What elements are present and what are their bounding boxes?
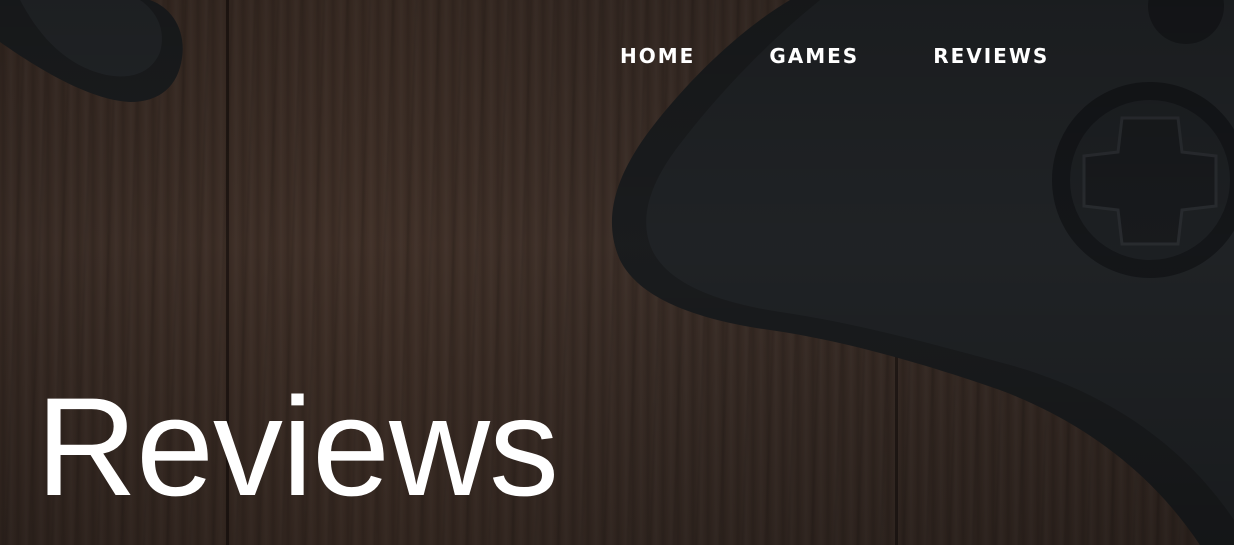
nav-home-link[interactable]: HOME — [620, 42, 695, 70]
nav-games-link[interactable]: GAMES — [769, 42, 859, 70]
page-title: Reviews — [36, 368, 559, 525]
hero-banner: HOME GAMES REVIEWS Reviews — [0, 0, 1234, 545]
main-nav: HOME GAMES REVIEWS — [620, 42, 1049, 70]
nav-reviews-link[interactable]: REVIEWS — [933, 42, 1049, 70]
